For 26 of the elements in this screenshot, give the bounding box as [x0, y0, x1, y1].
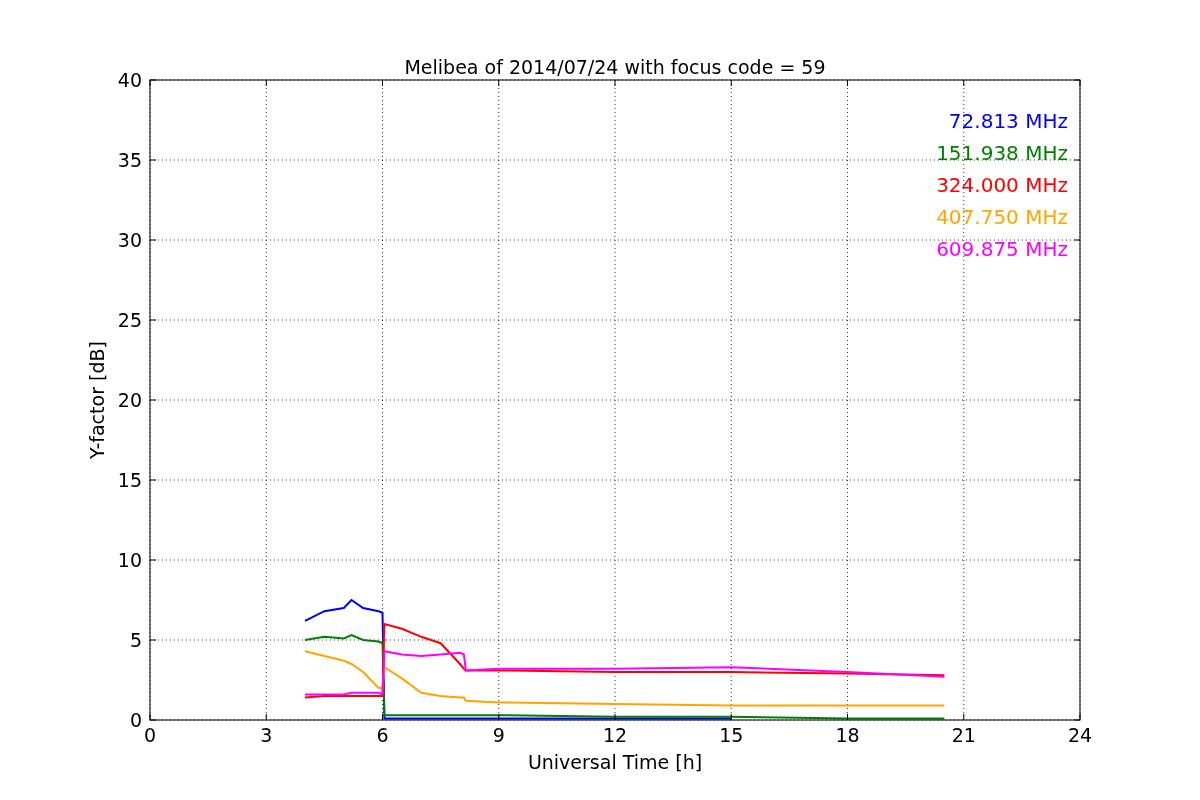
- legend-label: 407.750 MHz: [936, 205, 1068, 229]
- y-tick-label: 40: [117, 69, 142, 91]
- x-tick-label: 21: [951, 724, 976, 746]
- x-tick-label: 0: [143, 724, 157, 746]
- y-tick-label: 25: [117, 309, 142, 331]
- x-tick-label: 6: [376, 724, 389, 746]
- y-tick-label: 5: [129, 629, 142, 651]
- x-tick-label: 3: [260, 724, 273, 746]
- y-tick-label: 0: [129, 709, 142, 731]
- legend-label: 609.875 MHz: [936, 237, 1068, 261]
- y-tick-label: 15: [117, 469, 142, 491]
- legend-label: 72.813 MHz: [948, 109, 1068, 133]
- x-axis-label: Universal Time [h]: [527, 751, 703, 773]
- x-tick-label: 15: [719, 724, 744, 746]
- y-tick-label: 10: [117, 549, 142, 571]
- x-tick-label: 9: [492, 724, 505, 746]
- y-tick-label: 35: [117, 149, 142, 171]
- y-tick-label: 30: [117, 229, 142, 251]
- x-tick-label: 18: [835, 724, 860, 746]
- chart-title: Melibea of 2014/07/24 with focus code = 59: [404, 56, 826, 78]
- x-tick-label: 24: [1067, 724, 1093, 746]
- legend-label: 151.938 MHz: [936, 141, 1068, 165]
- y-axis-label: Y-factor [dB]: [86, 341, 108, 459]
- legend-label: 324.000 MHz: [936, 173, 1068, 197]
- x-tick-label: 12: [602, 724, 628, 746]
- y-tick-label: 20: [117, 389, 142, 411]
